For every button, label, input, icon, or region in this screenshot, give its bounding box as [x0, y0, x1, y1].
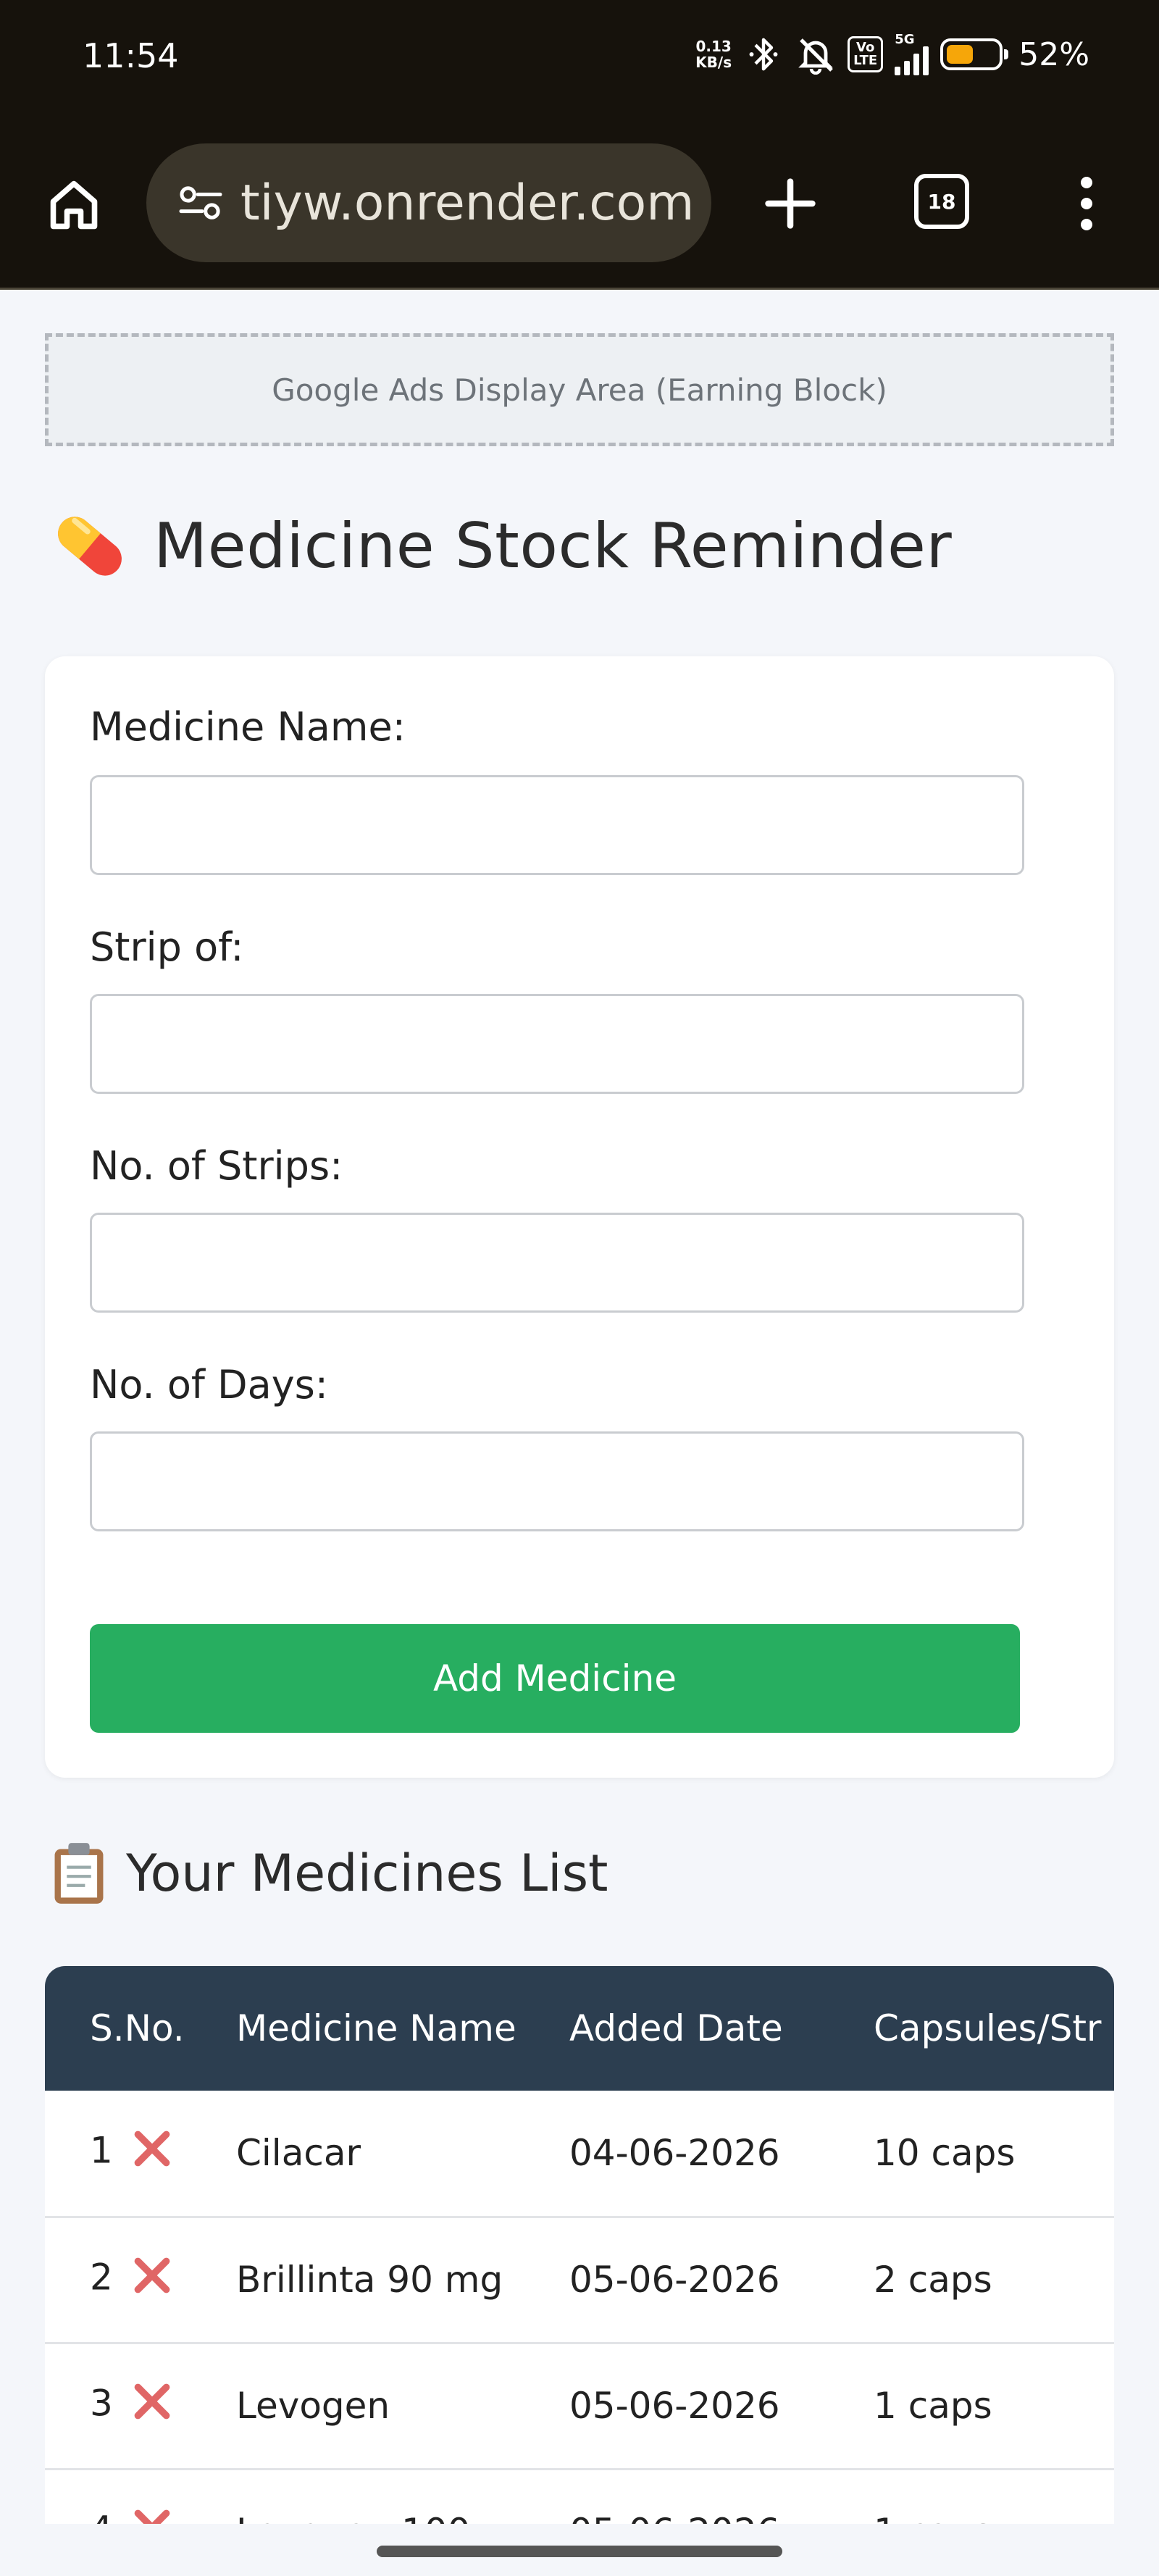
battery-icon: [940, 38, 1009, 70]
cell-medicine-name: Brillinta 90 mg: [236, 2217, 569, 2344]
column-header-sno: S.No.: [90, 2007, 185, 2049]
site-settings-button[interactable]: [168, 183, 233, 222]
table-row: 4Levogen 10005-06-20261 caps: [45, 2469, 1114, 2524]
medicine-name-input[interactable]: [90, 775, 1024, 875]
cell-sno: 4: [45, 2469, 236, 2524]
home-icon: [50, 180, 98, 230]
new-tab-button[interactable]: [758, 171, 823, 236]
table-row: 1 Cilacar 04-06-2026 10 caps: [45, 2091, 1114, 2218]
cell-added-date: 05-06-2026: [569, 2469, 874, 2524]
delete-icon[interactable]: [132, 2128, 172, 2178]
medicine-name-label: Medicine Name:: [90, 704, 406, 750]
delete-icon[interactable]: [132, 2507, 172, 2524]
cell-capsules: 1 caps: [874, 2343, 1114, 2470]
ad-placeholder: Google Ads Display Area (Earning Block): [45, 333, 1114, 446]
medicines-list-title-text: Your Medicines List: [126, 1844, 608, 1903]
cell-medicine-name: Levogen 100: [236, 2469, 569, 2524]
more-vert-icon: [1081, 177, 1092, 188]
column-header-added-date: Added Date: [569, 2007, 783, 2049]
network-speed: 0.13 KB/s: [695, 38, 732, 71]
clipboard-icon: [54, 1843, 104, 1904]
site-settings-icon: [179, 186, 222, 219]
delete-icon[interactable]: [132, 2255, 172, 2304]
cell-sno: 2: [45, 2217, 236, 2344]
home-button[interactable]: [43, 174, 104, 235]
pill-icon: [58, 517, 122, 576]
ad-label: Google Ads Display Area (Earning Block): [272, 372, 887, 408]
medicines-table: S.No. Medicine Name Added Date Capsules/…: [45, 1966, 1114, 2524]
status-icons: 0.13 KB/s Vo LTE 5G 52%: [695, 29, 1089, 80]
battery-percent: 52%: [1018, 35, 1089, 73]
bell-muted-icon: [795, 34, 836, 75]
no-of-strips-label: No. of Strips:: [90, 1143, 343, 1189]
column-header-capsules: Capsules/Str: [874, 2007, 1102, 2049]
tab-switcher-button[interactable]: 18: [914, 174, 969, 229]
page-title: Medicine Stock Reminder: [48, 504, 952, 588]
cell-capsules: 2 caps: [874, 2217, 1114, 2344]
medicines-list-title: Your Medicines List: [48, 1840, 608, 1907]
status-bar: 11:54 0.13 KB/s Vo LTE 5G 52%: [0, 0, 1159, 123]
cell-medicine-name: Levogen: [236, 2343, 569, 2470]
home-indicator[interactable]: [377, 2546, 782, 2557]
cell-added-date: 05-06-2026: [569, 2343, 874, 2470]
table-body: 1 Cilacar 04-06-2026 10 caps 2 Brillinta 90 m…: [45, 2091, 1114, 2524]
add-medicine-button[interactable]: Add Medicine: [90, 1624, 1020, 1733]
plus-icon: [765, 178, 816, 229]
no-of-days-label: No. of Days:: [90, 1362, 328, 1408]
cell-added-date: 04-06-2026: [569, 2091, 874, 2218]
page-title-text: Medicine Stock Reminder: [154, 510, 953, 582]
table-row: 3 Levogen 05-06-2026 1 caps: [45, 2343, 1114, 2470]
no-of-days-input[interactable]: [90, 1431, 1024, 1531]
strip-of-label: Strip of:: [90, 924, 244, 970]
add-medicine-form: Medicine Name: Strip of: No. of Strips: …: [45, 656, 1114, 1778]
address-bar[interactable]: tiyw.onrender.com: [146, 143, 711, 262]
cell-medicine-name: Cilacar: [236, 2091, 569, 2218]
cell-added-date: 05-06-2026: [569, 2217, 874, 2344]
delete-icon[interactable]: [132, 2381, 172, 2430]
signal-icon: 5G: [895, 33, 929, 75]
no-of-strips-input[interactable]: [90, 1213, 1024, 1313]
cell-capsules: 10 caps: [874, 2091, 1114, 2218]
medicines-table-container[interactable]: S.No. Medicine Name Added Date Capsules/…: [45, 1966, 1114, 2524]
column-header-medicine-name: Medicine Name: [236, 2007, 516, 2049]
browser-toolbar: tiyw.onrender.com 18: [0, 123, 1159, 290]
strip-of-input[interactable]: [90, 994, 1024, 1094]
url-text: tiyw.onrender.com: [240, 174, 695, 232]
cell-capsules: 1 caps: [874, 2469, 1114, 2524]
table-header-row: S.No. Medicine Name Added Date Capsules/…: [45, 1966, 1114, 2091]
cell-sno: 1: [45, 2091, 236, 2218]
status-time: 11:54: [83, 36, 179, 75]
cell-sno: 3: [45, 2343, 236, 2470]
bluetooth-icon: [743, 34, 784, 75]
volte-icon: Vo LTE: [848, 36, 884, 72]
table-row: 2 Brillinta 90 mg 05-06-2026 2 caps: [45, 2217, 1114, 2344]
more-menu-button[interactable]: [1058, 171, 1116, 236]
